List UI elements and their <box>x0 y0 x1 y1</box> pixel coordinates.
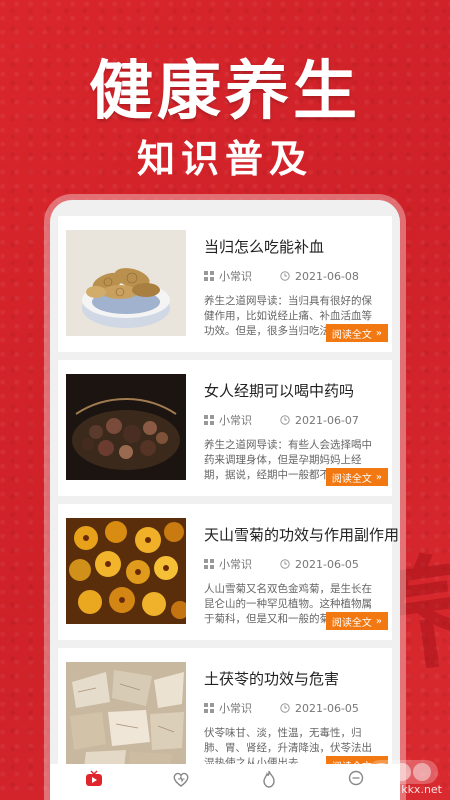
read-more-label: 阅读全文 <box>331 473 372 485</box>
article-category: 小常识 <box>219 558 252 571</box>
article-date: 2021-06-08 <box>295 269 359 283</box>
tab-profile[interactable] <box>347 770 365 788</box>
bottom-tab-bar <box>50 764 400 800</box>
watermark-logo <box>368 760 438 784</box>
tab-favorites[interactable] <box>172 770 190 788</box>
article-card[interactable]: 女人经期可以喝中药吗 小常识 2021-06-07 养生之道网导读：有些人会选择… <box>58 360 392 496</box>
tab-discover[interactable] <box>260 770 278 788</box>
clock-icon <box>280 559 290 569</box>
read-more-label: 阅读全文 <box>331 617 372 629</box>
tv-icon <box>85 770 102 786</box>
tab-home[interactable] <box>85 770 103 788</box>
article-meta: 小常识 2021-06-05 <box>204 700 359 716</box>
article-card[interactable]: 当归怎么吃能补血 小常识 2021-06-08 养生之道网导读：当归具有很好的保… <box>58 216 392 352</box>
double-chevron-right-icon: » <box>375 471 382 483</box>
article-meta: 小常识 2021-06-05 <box>204 556 359 572</box>
article-card[interactable]: 天山雪菊的功效与作用副作用 小常识 2021-06-05 人山雪菊又名双色金鸡菊… <box>58 504 399 640</box>
read-more-button[interactable]: 阅读全文 » <box>325 324 388 342</box>
clock-icon <box>280 415 290 425</box>
flame-icon <box>263 770 275 788</box>
article-thumbnail <box>66 374 186 480</box>
category-icon <box>204 415 214 425</box>
promo-headline: 健康养生 <box>89 54 361 129</box>
article-title[interactable]: 当归怎么吃能补血 <box>204 236 388 257</box>
article-meta: 小常识 2021-06-07 <box>204 412 359 428</box>
article-category: 小常识 <box>219 414 252 427</box>
category-icon <box>204 559 214 569</box>
article-date: 2021-06-05 <box>295 557 359 571</box>
clock-icon <box>280 271 290 281</box>
article-thumbnail <box>66 662 186 768</box>
heart-icon <box>173 772 189 787</box>
article-date: 2021-06-07 <box>295 413 359 427</box>
category-icon <box>204 271 214 281</box>
category-icon <box>204 703 214 713</box>
article-date: 2021-06-05 <box>295 701 359 715</box>
article-title[interactable]: 土茯苓的功效与危害 <box>204 668 388 689</box>
article-list: 当归怎么吃能补血 小常识 2021-06-08 养生之道网导读：当归具有很好的保… <box>58 216 399 792</box>
chat-icon <box>349 770 364 786</box>
article-thumbnail <box>66 518 186 624</box>
promo-subline: 知识普及 <box>136 136 313 181</box>
read-more-button[interactable]: 阅读全文 » <box>325 468 388 486</box>
phone-frame: 当归怎么吃能补血 小常识 2021-06-08 养生之道网导读：当归具有很好的保… <box>50 200 400 800</box>
article-category: 小常识 <box>219 702 252 715</box>
clock-icon <box>280 703 290 713</box>
article-thumbnail <box>66 230 186 336</box>
read-more-label: 阅读全文 <box>331 329 372 341</box>
watermark-text: www.kkx.net <box>371 783 442 796</box>
double-chevron-right-icon: » <box>375 615 382 627</box>
article-category: 小常识 <box>219 270 252 283</box>
article-title[interactable]: 女人经期可以喝中药吗 <box>204 380 388 401</box>
article-meta: 小常识 2021-06-08 <box>204 268 359 284</box>
article-title[interactable]: 天山雪菊的功效与作用副作用 <box>204 524 399 545</box>
double-chevron-right-icon: » <box>375 327 382 339</box>
read-more-button[interactable]: 阅读全文 » <box>325 612 388 630</box>
